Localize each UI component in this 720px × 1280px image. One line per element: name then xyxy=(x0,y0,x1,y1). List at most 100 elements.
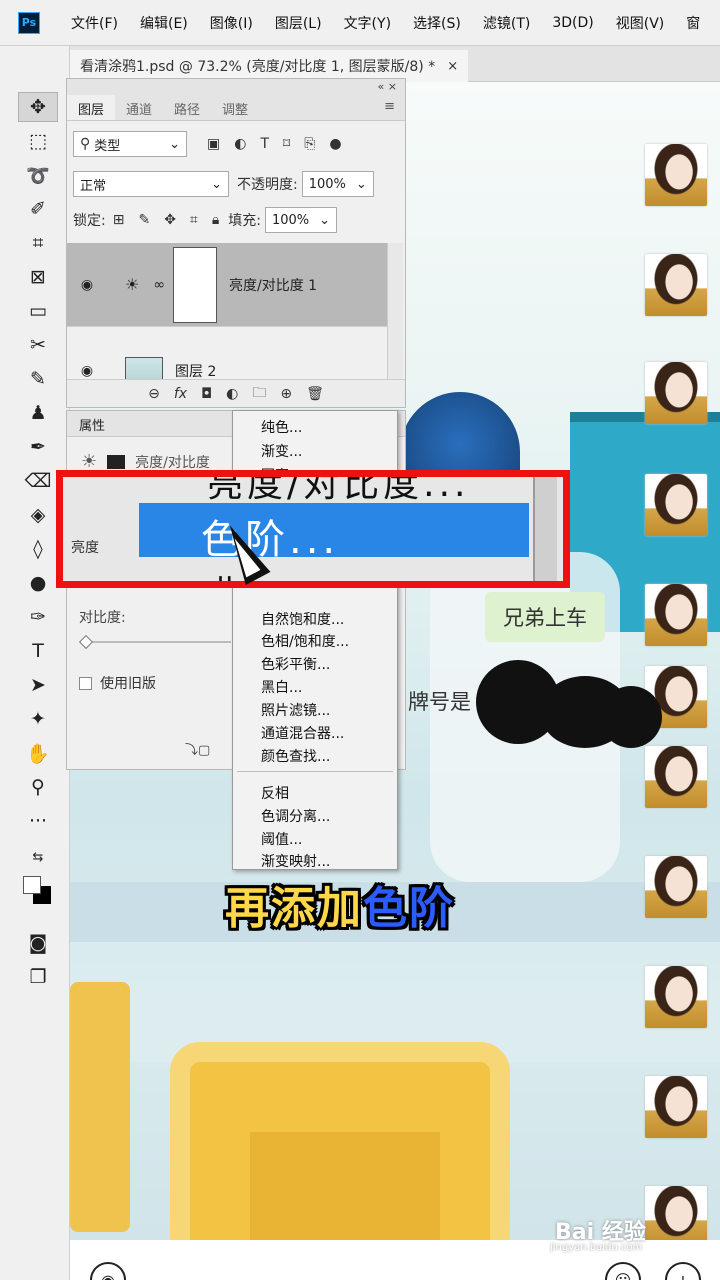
layer-row[interactable]: ◉ ☀ ∞ 亮度/对比度 1 xyxy=(67,243,387,327)
adjustment-filter-icon[interactable]: ◐ xyxy=(234,136,246,152)
dodge-tool-icon[interactable]: ● xyxy=(18,568,58,598)
contrast-slider[interactable] xyxy=(81,641,231,643)
layer-row[interactable]: ◉ 图层 2 xyxy=(67,329,387,383)
healing-tool-icon[interactable]: ✂ xyxy=(18,330,58,360)
voice-icon[interactable]: ◉ xyxy=(90,1262,126,1280)
zoom-tool-icon[interactable]: ⚲ xyxy=(18,772,58,802)
zoom-highlight-box: 亮度 亮度/对比度... 色阶... 曲 xyxy=(56,470,570,588)
ruler-tool-icon[interactable]: ▭ xyxy=(18,296,58,326)
tab-layers[interactable]: 图层 xyxy=(67,95,116,120)
brush-tool-icon[interactable]: ✎ xyxy=(18,364,58,394)
avatar xyxy=(645,362,707,424)
tab-channels[interactable]: 通道 xyxy=(115,95,163,120)
fill-input[interactable]: 100% ⌄ xyxy=(264,207,337,233)
menu-item-gradient-map[interactable]: 渐变映射... xyxy=(261,851,330,871)
menu-view[interactable]: 视图(V) xyxy=(605,13,676,33)
screen-mode-icon[interactable]: ❐ xyxy=(18,962,58,992)
shape-tool-icon[interactable]: ✦ xyxy=(18,704,58,734)
pixel-filter-icon[interactable]: ▣ xyxy=(207,136,220,152)
hand-tool-icon[interactable]: ✋ xyxy=(18,738,58,768)
emoji-icon[interactable]: ☺ xyxy=(605,1262,641,1280)
use-legacy-row[interactable]: 使用旧版 xyxy=(79,673,156,693)
move-tool-icon[interactable]: ✥ xyxy=(18,92,58,122)
swap-colors-icon[interactable]: ⇆ xyxy=(18,842,58,872)
chain-link-icon[interactable]: ∞ xyxy=(153,277,165,293)
smart-object-filter-icon[interactable]: ⎘ xyxy=(304,136,315,152)
panel-collapse-bar[interactable]: « × xyxy=(67,79,405,95)
more-tools-icon[interactable]: ··· xyxy=(18,806,58,836)
menu-item-hue-saturation[interactable]: 色相/饱和度... xyxy=(261,631,349,651)
group-folder-icon[interactable]: 🗀︎ xyxy=(252,382,266,406)
pen-tool-icon[interactable]: ✑ xyxy=(18,602,58,632)
lock-all-icon[interactable]: 🔒︎ xyxy=(212,212,219,228)
add-icon[interactable]: + xyxy=(665,1262,701,1280)
eraser-tool-icon[interactable]: ⌫ xyxy=(18,466,58,496)
new-layer-icon[interactable]: ⊕ xyxy=(280,386,292,402)
menu-type[interactable]: 文字(Y) xyxy=(333,13,402,33)
contrast-slider-knob[interactable] xyxy=(78,634,94,650)
menu-filter[interactable]: 滤镜(T) xyxy=(472,13,541,33)
tab-paths[interactable]: 路径 xyxy=(163,95,211,120)
paint-bucket-tool-icon[interactable]: ◈ xyxy=(18,500,58,530)
link-layers-icon[interactable]: ⊖ xyxy=(148,386,160,402)
lock-transparency-icon[interactable]: ⊞ xyxy=(113,212,125,228)
trash-icon[interactable]: 🗑︎ xyxy=(306,386,324,402)
eye-icon[interactable]: ◉ xyxy=(67,363,107,379)
quick-mask-icon[interactable]: ◙ xyxy=(18,928,58,958)
fx-icon[interactable]: fx xyxy=(174,386,187,402)
menu-select[interactable]: 选择(S) xyxy=(402,13,472,33)
menu-item-solid-color[interactable]: 纯色... xyxy=(261,417,302,437)
stamp-tool-icon[interactable]: ♟ xyxy=(18,398,58,428)
layer-filter-select[interactable]: ⚲ 类型 ⌄ xyxy=(73,131,187,157)
menu-item-vibrance[interactable]: 自然饱和度... xyxy=(261,609,344,629)
menu-item-brightness-contrast[interactable]: 亮度/对比度... xyxy=(207,477,469,507)
eye-icon[interactable]: ◉ xyxy=(67,277,107,293)
menu-item-channel-mixer[interactable]: 通道混合器... xyxy=(261,723,344,743)
properties-type-label: 亮度/对比度 xyxy=(135,454,210,471)
menu-item-color-lookup[interactable]: 颜色查找... xyxy=(261,746,330,766)
add-mask-icon[interactable]: ◘ xyxy=(201,386,212,402)
menu-item-photo-filter[interactable]: 照片滤镜... xyxy=(261,700,330,720)
menu-layer[interactable]: 图层(L) xyxy=(264,13,333,33)
close-icon[interactable]: × xyxy=(447,59,458,74)
lock-position-icon[interactable]: ✥ xyxy=(164,212,176,228)
menu-3d[interactable]: 3D(D) xyxy=(541,15,604,31)
clip-to-layer-icon[interactable]: ⤵▢ xyxy=(185,739,210,758)
lasso-tool-icon[interactable]: ➰ xyxy=(18,160,58,190)
marquee-tool-icon[interactable]: ⬚ xyxy=(18,126,58,156)
menu-file[interactable]: 文件(F) xyxy=(60,13,129,33)
history-brush-tool-icon[interactable]: ✒ xyxy=(18,432,58,462)
menu-item-invert[interactable]: 反相 xyxy=(261,783,289,803)
opacity-input[interactable]: 100% ⌄ xyxy=(301,171,374,197)
blur-tool-icon[interactable]: ◊ xyxy=(18,534,58,564)
tools-panel: ✥ ⬚ ➰ ✐ ⌗ ⊠ ▭ ✂ ✎ ♟ ✒ ⌫ ◈ ◊ ● ✑ T ➤ ✦ ✋ … xyxy=(0,46,70,1280)
mask-icon[interactable] xyxy=(107,454,126,469)
type-tool-icon[interactable]: T xyxy=(18,636,58,666)
blend-mode-select[interactable]: 正常 ⌄ xyxy=(73,171,229,197)
menu-item-gradient[interactable]: 渐变... xyxy=(261,441,302,461)
layer-list-scrollbar[interactable] xyxy=(387,243,403,383)
crop-tool-icon[interactable]: ⌗ xyxy=(18,228,58,258)
quick-select-tool-icon[interactable]: ✐ xyxy=(18,194,58,224)
use-legacy-checkbox[interactable] xyxy=(79,676,92,690)
menu-edit[interactable]: 编辑(E) xyxy=(129,13,199,33)
tab-adjustments[interactable]: 调整 xyxy=(211,95,259,120)
adjustment-layer-icon[interactable]: ◐ xyxy=(226,386,238,402)
layer-mask-thumbnail[interactable] xyxy=(173,246,218,323)
shape-filter-icon[interactable]: ⌑ xyxy=(283,136,290,152)
filter-toggle-icon[interactable]: ● xyxy=(329,136,341,152)
opacity-label: 不透明度: xyxy=(237,177,298,193)
path-select-tool-icon[interactable]: ➤ xyxy=(18,670,58,700)
lock-pixels-icon[interactable]: ✎ xyxy=(138,212,150,228)
menu-item-black-white[interactable]: 黑白... xyxy=(261,677,302,697)
frame-tool-icon[interactable]: ⊠ xyxy=(18,262,58,292)
type-filter-icon[interactable]: T xyxy=(260,136,269,152)
panel-menu-icon[interactable]: ≡ xyxy=(374,95,405,120)
lock-artboard-icon[interactable]: ⌗ xyxy=(190,212,198,228)
menu-item-threshold[interactable]: 阈值... xyxy=(261,829,302,849)
color-swatches-icon[interactable] xyxy=(18,876,58,906)
menu-image[interactable]: 图像(I) xyxy=(199,13,264,33)
menu-item-posterize[interactable]: 色调分离... xyxy=(261,806,330,826)
menu-window[interactable]: 窗 xyxy=(675,13,711,33)
menu-item-color-balance[interactable]: 色彩平衡... xyxy=(261,654,330,674)
